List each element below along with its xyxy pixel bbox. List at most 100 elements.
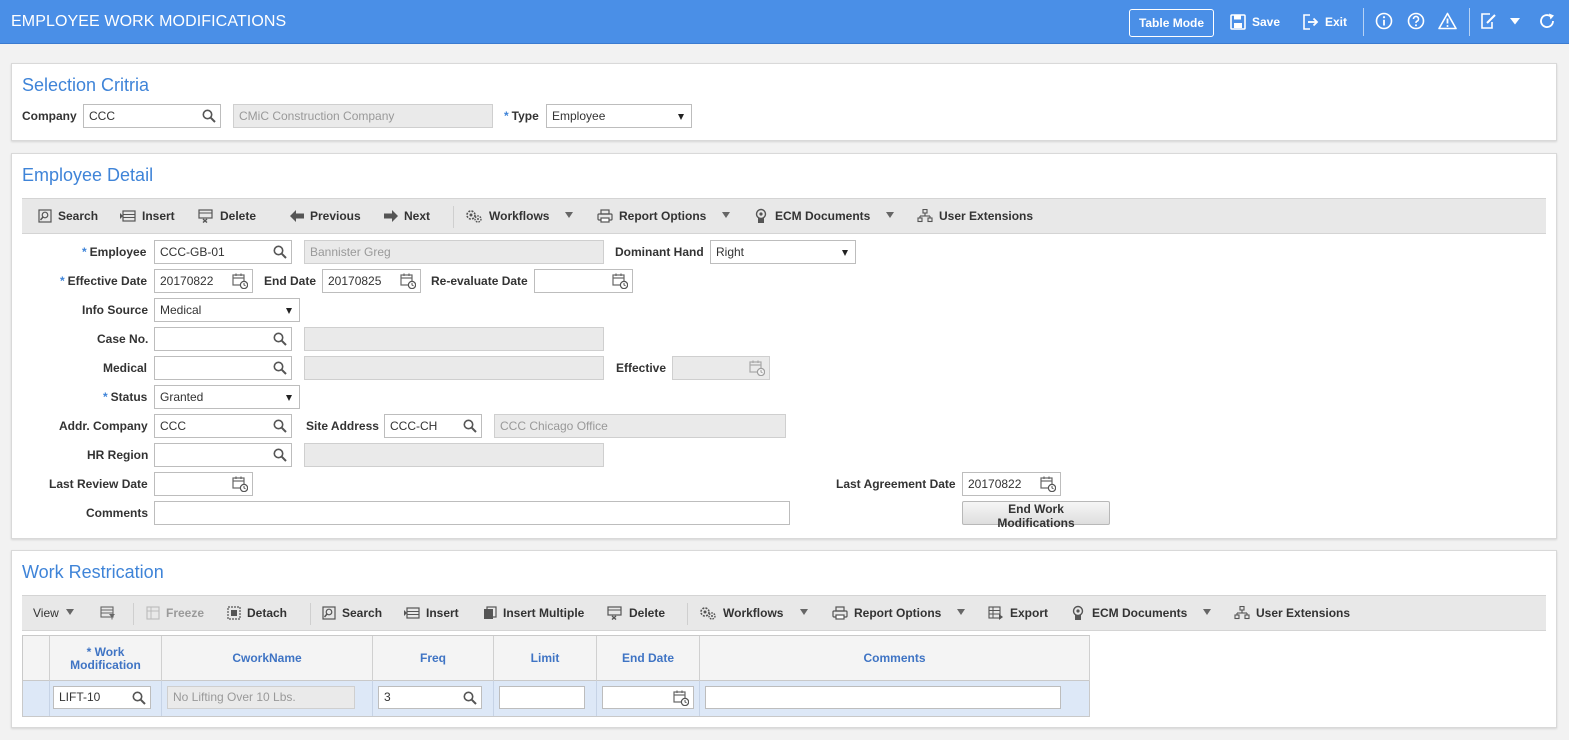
user-extensions-button[interactable]: User Extensions bbox=[917, 199, 1033, 233]
dominant-hand-select[interactable]: Right bbox=[710, 240, 856, 264]
chevron-down-icon[interactable] bbox=[66, 609, 74, 615]
calendar-icon[interactable] bbox=[232, 476, 248, 492]
calendar-icon[interactable] bbox=[232, 273, 248, 289]
chevron-down-icon[interactable] bbox=[1203, 609, 1211, 615]
search-icon[interactable] bbox=[202, 109, 216, 123]
row-selector[interactable] bbox=[23, 681, 50, 716]
info-icon[interactable] bbox=[1375, 12, 1395, 32]
work-modification-field[interactable]: LIFT-10 bbox=[53, 686, 151, 709]
gears-icon bbox=[465, 209, 483, 223]
chevron-down-icon[interactable] bbox=[886, 212, 894, 218]
employee-field[interactable]: CCC-GB-01 bbox=[154, 240, 292, 264]
search-icon[interactable] bbox=[273, 361, 287, 375]
insert-button[interactable]: Insert bbox=[120, 199, 175, 233]
save-button[interactable]: Save bbox=[1230, 12, 1280, 32]
detach-button[interactable]: Detach bbox=[227, 596, 287, 630]
calendar-icon[interactable] bbox=[673, 690, 689, 706]
section-title: Selection Critria bbox=[22, 75, 150, 95]
column-title: Freq bbox=[419, 651, 446, 665]
freeze-button[interactable]: Freeze bbox=[146, 596, 204, 630]
effective-date-readonly bbox=[672, 356, 770, 380]
column-header-cworkname[interactable]: CworkName bbox=[162, 636, 373, 681]
addr-company-field[interactable]: CCC bbox=[154, 414, 292, 438]
column-header-work-modification[interactable]: * Work Modification bbox=[50, 636, 162, 681]
freeze-icon bbox=[146, 606, 160, 620]
reevaluate-date-field[interactable] bbox=[534, 269, 633, 293]
header-divider bbox=[1363, 8, 1364, 36]
ecm-documents-button[interactable]: ECM Documents bbox=[1070, 596, 1187, 630]
employee-label: * Employee bbox=[82, 245, 146, 259]
chevron-down-icon[interactable] bbox=[957, 609, 965, 615]
chevron-down-icon[interactable] bbox=[1510, 18, 1520, 26]
type-select[interactable]: Employee bbox=[546, 104, 692, 128]
help-icon[interactable] bbox=[1407, 12, 1427, 32]
row-comments-field[interactable] bbox=[705, 686, 1061, 709]
row-selector-header bbox=[23, 636, 50, 681]
chevron-down-icon[interactable] bbox=[565, 212, 573, 218]
view-menu[interactable]: View bbox=[33, 596, 59, 630]
last-review-date-field[interactable] bbox=[154, 472, 253, 496]
effective-date-field[interactable]: 20170822 bbox=[154, 269, 253, 293]
exit-label: Exit bbox=[1325, 15, 1348, 29]
search-icon[interactable] bbox=[273, 332, 287, 346]
row-end-date-field[interactable] bbox=[602, 686, 694, 709]
chevron-down-icon[interactable] bbox=[722, 212, 730, 218]
search-icon[interactable] bbox=[273, 245, 287, 259]
search-button[interactable]: Search bbox=[322, 596, 382, 630]
table-mode-button[interactable]: Table Mode bbox=[1129, 9, 1214, 37]
warning-icon[interactable] bbox=[1438, 12, 1458, 32]
insert-button[interactable]: Insert bbox=[404, 596, 459, 630]
comments-field[interactable] bbox=[154, 501, 790, 525]
end-date-field[interactable]: 20170825 bbox=[322, 269, 421, 293]
exit-button[interactable]: Exit bbox=[1302, 12, 1347, 32]
column-header-end-date[interactable]: End Date bbox=[597, 636, 700, 681]
last-agreement-date-field[interactable]: 20170822 bbox=[962, 472, 1061, 496]
refresh-icon[interactable] bbox=[1538, 12, 1558, 32]
exit-icon bbox=[1303, 14, 1319, 30]
next-button[interactable]: Next bbox=[384, 199, 430, 233]
status-select[interactable]: Granted bbox=[154, 385, 300, 409]
report-options-button[interactable]: Report Options bbox=[832, 596, 941, 630]
search-icon[interactable] bbox=[273, 448, 287, 462]
search-icon[interactable] bbox=[273, 419, 287, 433]
search-icon[interactable] bbox=[132, 691, 146, 705]
calendar-icon[interactable] bbox=[400, 273, 416, 289]
delete-button[interactable]: Delete bbox=[198, 199, 256, 233]
column-header-limit[interactable]: Limit bbox=[494, 636, 597, 681]
delete-button[interactable]: Delete bbox=[607, 596, 665, 630]
user-extensions-button[interactable]: User Extensions bbox=[1234, 596, 1350, 630]
site-address-field[interactable]: CCC-CH bbox=[384, 414, 482, 438]
workflows-button[interactable]: Workflows bbox=[699, 596, 783, 630]
search-icon[interactable] bbox=[463, 419, 477, 433]
medical-description-field bbox=[304, 356, 604, 380]
site-address-value: CCC-CH bbox=[390, 419, 438, 433]
info-source-select[interactable]: Medical bbox=[154, 298, 300, 322]
limit-field[interactable] bbox=[499, 686, 585, 709]
report-options-button[interactable]: Report Options bbox=[597, 199, 706, 233]
query-filter-button[interactable] bbox=[100, 596, 116, 630]
hr-region-field[interactable] bbox=[154, 443, 292, 467]
insert-multiple-button[interactable]: Insert Multiple bbox=[483, 596, 584, 630]
hierarchy-icon bbox=[1234, 606, 1250, 620]
freq-field[interactable]: 3 bbox=[378, 686, 482, 709]
edit-note-icon[interactable] bbox=[1480, 12, 1500, 32]
export-label: Export bbox=[1010, 606, 1049, 620]
company-field[interactable]: CCC bbox=[83, 104, 221, 128]
column-header-freq[interactable]: Freq bbox=[373, 636, 494, 681]
search-button[interactable]: Search bbox=[38, 199, 98, 233]
report-options-label: Report Options bbox=[854, 606, 942, 620]
export-button[interactable]: Export bbox=[988, 596, 1048, 630]
previous-button[interactable]: Previous bbox=[290, 199, 361, 233]
medical-field[interactable] bbox=[154, 356, 292, 380]
medical-label: Medical bbox=[103, 361, 148, 375]
case-no-field[interactable] bbox=[154, 327, 292, 351]
end-work-modifications-button[interactable]: End Work Modifications bbox=[962, 501, 1110, 530]
chevron-down-icon[interactable] bbox=[800, 609, 808, 615]
ecm-documents-button[interactable]: ECM Documents bbox=[753, 199, 870, 233]
search-label: Search bbox=[58, 209, 99, 223]
calendar-icon[interactable] bbox=[1040, 476, 1056, 492]
workflows-button[interactable]: Workflows bbox=[465, 199, 549, 233]
calendar-icon[interactable] bbox=[612, 273, 628, 289]
column-header-comments[interactable]: Comments bbox=[700, 636, 1090, 681]
search-icon[interactable] bbox=[463, 691, 477, 705]
